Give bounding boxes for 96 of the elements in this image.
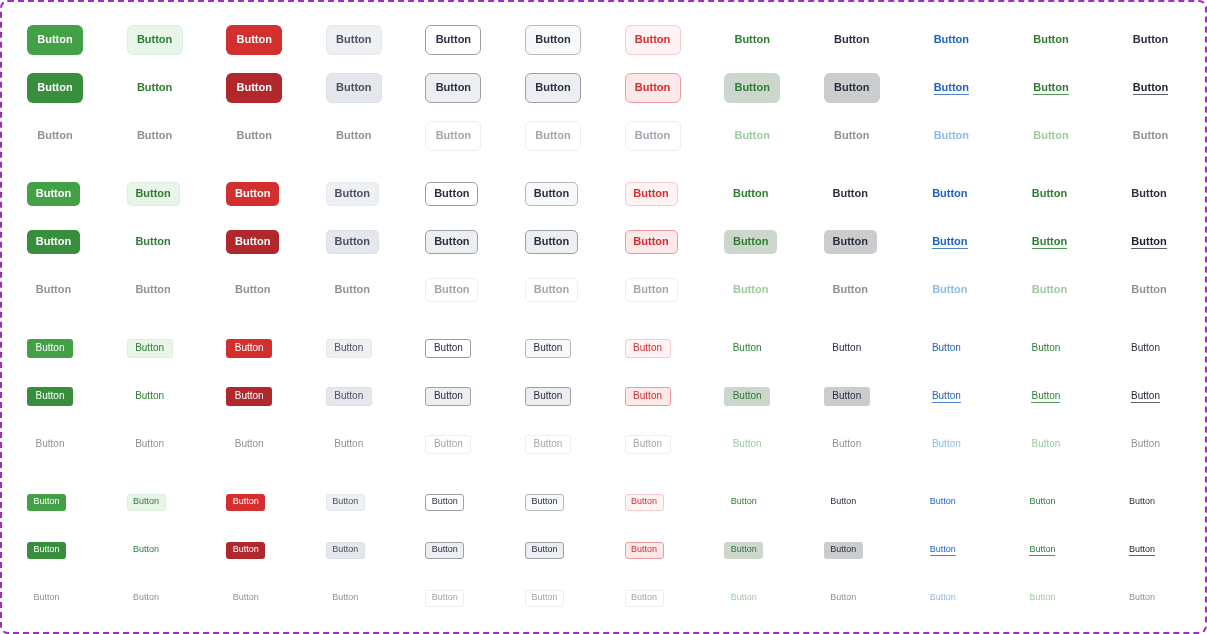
button[interactable]: Button — [524, 230, 578, 254]
button[interactable]: Button — [524, 338, 571, 358]
link-button[interactable]: Button — [923, 25, 980, 55]
button[interactable]: Button — [425, 230, 479, 254]
link-button[interactable]: Button — [1022, 182, 1076, 206]
button[interactable]: Button — [27, 541, 66, 559]
button[interactable]: Button — [624, 182, 678, 206]
button[interactable]: Button — [126, 541, 166, 559]
button[interactable]: Button — [724, 25, 781, 55]
button[interactable]: Button — [126, 230, 180, 254]
button[interactable]: Button — [425, 182, 479, 206]
button[interactable]: Button — [823, 182, 877, 206]
button[interactable]: Button — [27, 230, 80, 254]
link-button[interactable]: Button — [1122, 25, 1179, 55]
button[interactable]: Button — [126, 338, 173, 358]
link-button[interactable]: Button — [1122, 230, 1176, 254]
link-button[interactable]: Button — [923, 338, 970, 358]
button[interactable]: Button — [27, 386, 73, 406]
button[interactable]: Button — [126, 493, 166, 511]
link-button[interactable]: Button — [1022, 73, 1079, 103]
button[interactable]: Button — [425, 73, 482, 103]
button[interactable]: Button — [226, 25, 283, 55]
button[interactable]: Button — [524, 182, 578, 206]
button[interactable]: Button — [226, 73, 283, 103]
button[interactable]: Button — [823, 541, 863, 559]
button[interactable]: Button — [425, 338, 472, 358]
button[interactable]: Button — [724, 230, 778, 254]
button[interactable]: Button — [226, 386, 273, 406]
link-button[interactable]: Button — [1122, 493, 1162, 511]
button[interactable]: Button — [624, 73, 681, 103]
button[interactable]: Button — [624, 493, 664, 511]
button[interactable]: Button — [27, 182, 80, 206]
link-button[interactable]: Button — [923, 73, 980, 103]
button[interactable]: Button — [524, 386, 571, 406]
button[interactable]: Button — [724, 182, 778, 206]
button[interactable]: Button — [425, 541, 465, 559]
button[interactable]: Button — [325, 25, 382, 55]
button[interactable]: Button — [425, 493, 465, 511]
button[interactable]: Button — [624, 541, 664, 559]
link-button[interactable]: Button — [1122, 338, 1169, 358]
button[interactable]: Button — [724, 541, 764, 559]
button[interactable]: Button — [724, 338, 771, 358]
button[interactable]: Button — [27, 338, 73, 358]
button[interactable]: Button — [226, 541, 266, 559]
button[interactable]: Button — [325, 541, 365, 559]
button[interactable]: Button — [126, 182, 180, 206]
button[interactable]: Button — [524, 73, 581, 103]
button[interactable]: Button — [524, 25, 581, 55]
link-button[interactable]: Button — [1022, 230, 1076, 254]
link-button[interactable]: Button — [1022, 338, 1069, 358]
button[interactable]: Button — [624, 338, 671, 358]
button[interactable]: Button — [27, 25, 83, 55]
link-button[interactable]: Button — [923, 230, 977, 254]
button[interactable]: Button — [823, 73, 880, 103]
link-button[interactable]: Button — [1022, 541, 1062, 559]
button[interactable]: Button — [325, 386, 372, 406]
button[interactable]: Button — [27, 493, 66, 511]
button[interactable]: Button — [425, 25, 482, 55]
button[interactable]: Button — [624, 386, 671, 406]
link-button[interactable]: Button — [1122, 541, 1162, 559]
button[interactable]: Button — [724, 73, 781, 103]
link-button[interactable]: Button — [1122, 182, 1176, 206]
button[interactable]: Button — [524, 541, 564, 559]
button[interactable]: Button — [823, 25, 880, 55]
button[interactable]: Button — [823, 493, 863, 511]
link-button[interactable]: Button — [1122, 386, 1169, 406]
button[interactable]: Button — [27, 73, 83, 103]
link-button[interactable]: Button — [923, 541, 963, 559]
button[interactable]: Button — [624, 230, 678, 254]
button[interactable]: Button — [226, 338, 273, 358]
button[interactable]: Button — [425, 386, 472, 406]
button[interactable]: Button — [126, 73, 183, 103]
button[interactable]: Button — [126, 25, 183, 55]
button[interactable]: Button — [823, 386, 870, 406]
link-button[interactable]: Button — [1022, 493, 1062, 511]
button[interactable]: Button — [325, 338, 372, 358]
link-button[interactable]: Button — [1022, 386, 1069, 406]
button[interactable]: Button — [325, 73, 382, 103]
link-button[interactable]: Button — [1122, 73, 1179, 103]
button[interactable]: Button — [325, 230, 379, 254]
link-button[interactable]: Button — [923, 182, 977, 206]
button[interactable]: Button — [724, 493, 764, 511]
button[interactable]: Button — [226, 230, 280, 254]
link-button[interactable]: Button — [1022, 25, 1079, 55]
button[interactable]: Button — [226, 493, 266, 511]
button[interactable]: Button — [325, 182, 379, 206]
link-button[interactable]: Button — [923, 493, 963, 511]
button[interactable]: Button — [524, 493, 564, 511]
button[interactable]: Button — [624, 25, 681, 55]
button[interactable]: Button — [823, 338, 870, 358]
button[interactable]: Button — [126, 386, 173, 406]
link-button[interactable]: Button — [923, 386, 970, 406]
button[interactable]: Button — [325, 493, 365, 511]
button[interactable]: Button — [724, 386, 771, 406]
button[interactable]: Button — [823, 230, 877, 254]
button[interactable]: Button — [226, 182, 280, 206]
